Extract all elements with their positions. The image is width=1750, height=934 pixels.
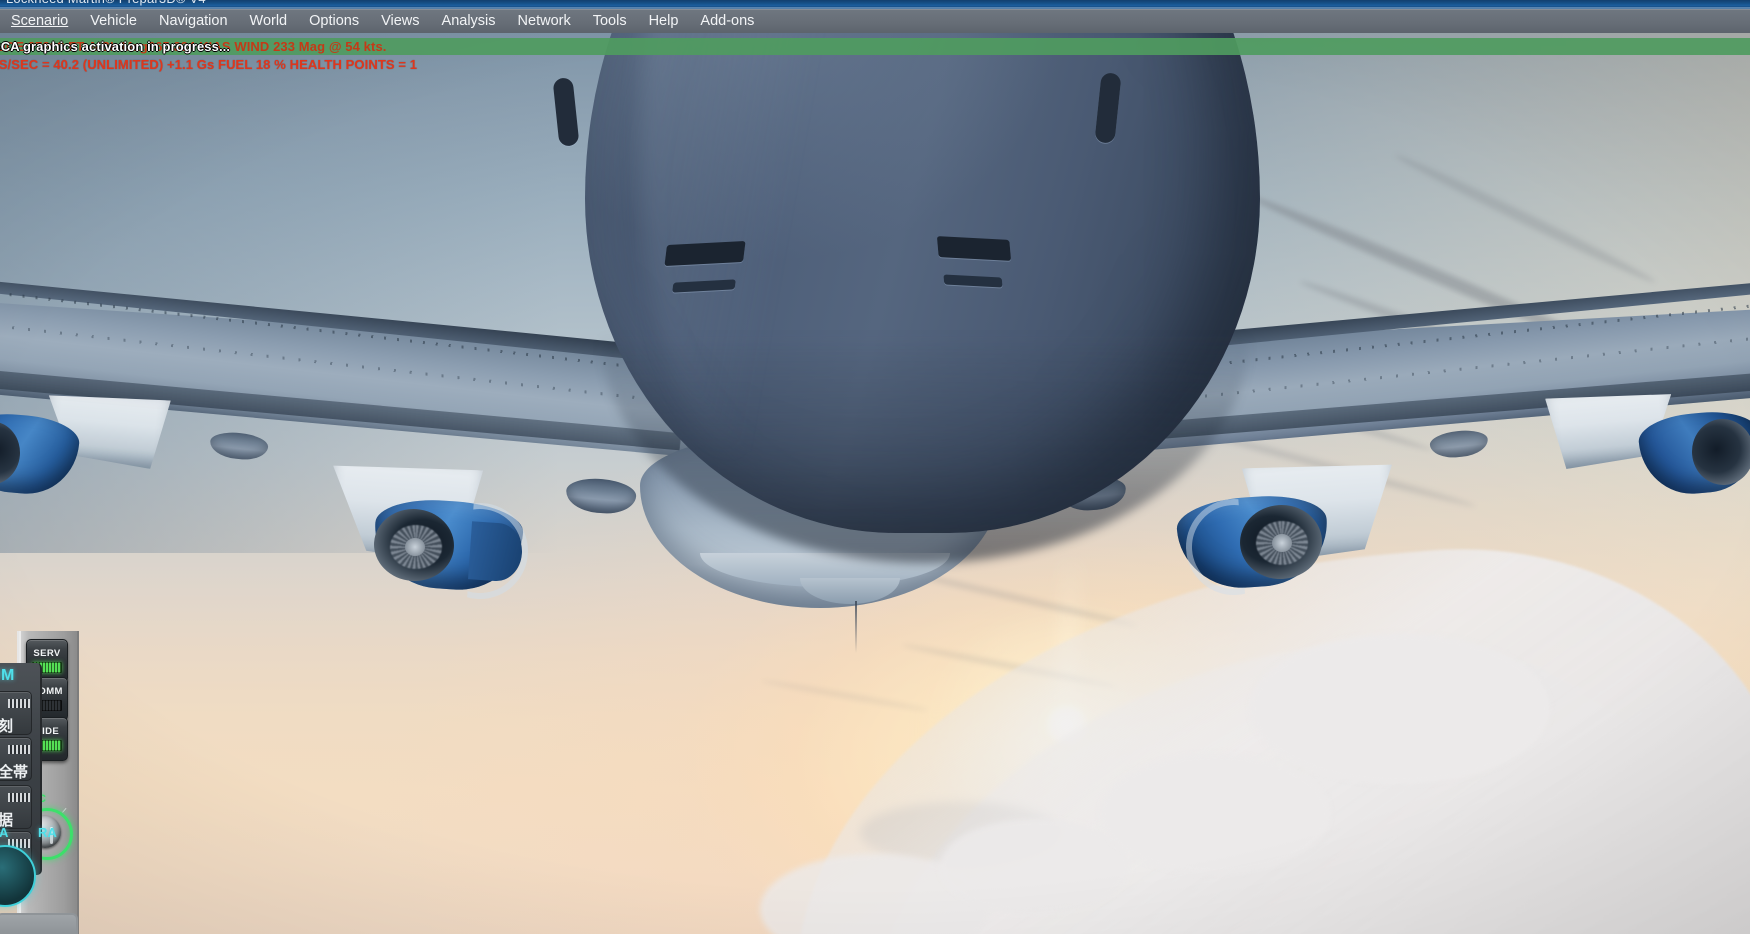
menu-item-analysis[interactable]: Analysis: [431, 10, 507, 33]
menu-label-views: Views: [381, 12, 420, 29]
menu-label-scenario: Scenario: [11, 12, 69, 29]
flap-track-fairing: [564, 476, 638, 516]
mcp-display-segment: [8, 745, 30, 754]
menu-item-navigation[interactable]: Navigation: [148, 10, 239, 33]
panel-lower-bezel: [0, 913, 78, 934]
menu-label-world: World: [249, 12, 288, 29]
flap-track-fairing: [1428, 428, 1490, 460]
window-title: Lockheed Martin® Prepar3D® V4: [6, 0, 206, 6]
menu-item-scenario[interactable]: Scenario: [0, 10, 79, 33]
serv-button-label: SERV: [33, 648, 61, 659]
menu-item-tools[interactable]: Tools: [582, 10, 638, 33]
menu-item-views[interactable]: Views: [370, 10, 430, 33]
menu-item-world[interactable]: World: [239, 10, 299, 33]
engine-spinner-inboard-right: [1272, 534, 1292, 552]
notification-text: SCA graphics activation in progress...: [0, 39, 231, 54]
flap-track-fairing: [208, 430, 270, 462]
menu-label-options: Options: [309, 12, 360, 29]
mcp-display-segment: [8, 699, 30, 708]
menu-label-network: Network: [517, 12, 571, 29]
belly-vent-left: [664, 240, 746, 267]
menu-label-vehicle: Vehicle: [90, 12, 137, 29]
menu-label-addons: Add-ons: [700, 12, 755, 29]
performance-text: FRAMES/SEC = 40.2 (UNLIMITED) +1.1 Gs FU…: [0, 57, 418, 72]
mcp-ra-label: RA: [38, 825, 57, 840]
simulation-viewport[interactable]: SERV COMM HIDE C S I 刻 全: [0, 33, 1750, 934]
menu-item-vehicle[interactable]: Vehicle: [79, 10, 148, 33]
mcp-title-label: IM: [0, 667, 15, 684]
window-title-bar: Lockheed Martin® Prepar3D® V4: [0, 0, 1750, 9]
menu-item-addons[interactable]: Add-ons: [689, 10, 765, 33]
menu-label-help: Help: [648, 12, 679, 29]
menu-item-help[interactable]: Help: [638, 10, 690, 33]
menu-label-tools: Tools: [592, 12, 627, 29]
mcp-row-label: 全帯: [0, 763, 29, 781]
menu-label-navigation: Navigation: [159, 12, 228, 29]
mcp-row-label: 刻: [0, 717, 14, 735]
prepar3d-window: Lockheed Martin® Prepar3D® V4 Scenario V…: [0, 0, 1750, 934]
menu-item-network[interactable]: Network: [507, 10, 582, 33]
mcp-display-segment: [8, 793, 30, 802]
menu-label-analysis: Analysis: [441, 12, 496, 29]
aircraft-exterior-model: [0, 33, 1750, 934]
menu-item-options[interactable]: Options: [298, 10, 370, 33]
belly-antenna: [855, 601, 857, 653]
engine-spinner-inboard-left: [405, 538, 425, 556]
menu-bar[interactable]: Scenario Vehicle Navigation World Option…: [0, 9, 1750, 34]
belly-vent-right: [936, 236, 1012, 261]
fuselage-vent: [552, 77, 580, 147]
mcp-a-label: A: [0, 825, 9, 840]
